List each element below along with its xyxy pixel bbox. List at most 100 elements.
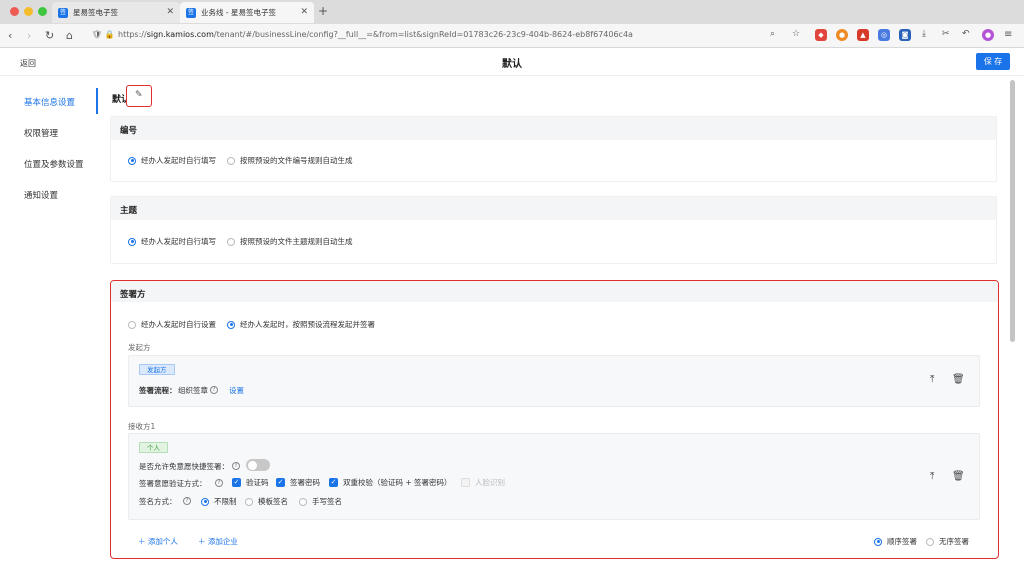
sidebar-active-indicator <box>96 88 98 114</box>
back-arrow-icon[interactable]: ‹ <box>8 29 12 42</box>
zoom-icon[interactable]: ⌕ <box>770 29 775 39</box>
checkbox-label: 双重校验（验证码 + 签署密码） <box>343 478 452 487</box>
radio-icon <box>926 537 934 546</box>
radio-label: 手写签名 <box>312 497 342 506</box>
radio-icon <box>299 497 307 506</box>
forward-arrow-icon[interactable]: › <box>27 29 31 42</box>
initiator-settings-link[interactable]: 设置 <box>229 385 244 396</box>
help-icon[interactable]: ? <box>210 385 218 394</box>
extension-icon[interactable]: ● <box>836 29 848 41</box>
subject-option-manual[interactable]: 经办人发起时自行填写 <box>128 236 216 247</box>
extension-icon[interactable]: ◆ <box>815 29 827 41</box>
radio-label: 按照预设的文件编号规则自动生成 <box>240 156 353 165</box>
checkbox-checked-icon: ✓ <box>329 478 338 487</box>
download-icon[interactable]: ⤓ <box>922 29 926 39</box>
section-header: 主题 <box>111 197 996 220</box>
sidebar-item-basic-info[interactable]: 基本信息设置 <box>24 96 75 108</box>
window-close-button[interactable] <box>10 7 19 16</box>
radio-label: 按照预设的文件主题规则自动生成 <box>240 237 353 246</box>
radio-icon <box>245 497 253 506</box>
edit-name-button[interactable]: ✎ <box>126 85 152 107</box>
plus-icon: ＋ <box>198 537 208 546</box>
sign-method-template[interactable]: 模板签名 <box>245 496 288 507</box>
order-sequential[interactable]: 顺序签署 <box>874 536 917 547</box>
help-icon[interactable]: ? <box>215 478 223 487</box>
radio-label: 顺序签署 <box>887 537 917 546</box>
close-icon[interactable]: ✕ <box>300 7 308 17</box>
camera-icon[interactable]: ◙ <box>899 29 911 41</box>
radio-icon <box>227 237 235 246</box>
radio-label: 经办人发起时自行设置 <box>141 320 216 329</box>
browser-tab-1[interactable]: 签 星易签电子签 ✕ <box>52 2 180 23</box>
section-title: 编号 <box>120 126 138 136</box>
receiver-label: 接收方1 <box>128 422 156 431</box>
double-verify-checkbox[interactable]: ✓ 双重校验（验证码 + 签署密码） <box>329 477 452 488</box>
lock-icon: 🛡 🔒 <box>92 30 115 39</box>
move-to-top-icon[interactable]: ⤒ <box>930 374 934 385</box>
radio-icon <box>128 237 136 246</box>
bookmark-star-icon[interactable]: ☆ <box>792 29 800 39</box>
sign-flow-label: 签署流程： <box>139 386 177 395</box>
trash-icon[interactable]: 🗑 <box>952 471 965 482</box>
add-company-button[interactable]: ＋ 添加企业 <box>198 536 238 547</box>
url-host: sign.kamios.com <box>146 30 214 39</box>
close-icon[interactable]: ✕ <box>166 7 174 17</box>
pencil-icon: ✎ <box>135 90 143 100</box>
undo-icon[interactable]: ↶ <box>962 29 970 39</box>
radio-label: 无序签署 <box>939 537 969 546</box>
sidebar-item-notifications[interactable]: 通知设置 <box>24 189 58 201</box>
checkbox-label: 签署密码 <box>290 478 320 487</box>
signers-option-manual[interactable]: 经办人发起时自行设置 <box>128 319 216 330</box>
new-tab-icon[interactable]: + <box>318 4 328 18</box>
menu-icon[interactable]: ≡ <box>1004 29 1012 40</box>
sign-method-unlimited[interactable]: 不限制 <box>201 496 237 507</box>
radio-icon <box>128 320 136 329</box>
plus-icon: ＋ <box>138 537 148 546</box>
radio-label: 经办人发起时自行填写 <box>141 237 216 246</box>
page-title: 默认 <box>502 59 522 70</box>
sign-password-checkbox[interactable]: ✓ 签署密码 <box>276 477 320 488</box>
scissors-icon[interactable]: ✂ <box>942 29 950 39</box>
window-zoom-button[interactable] <box>38 7 47 16</box>
reload-icon[interactable]: ↻ <box>45 29 54 42</box>
radio-icon <box>227 156 235 165</box>
help-icon[interactable]: ? <box>232 461 240 470</box>
numbering-option-manual[interactable]: 经办人发起时自行填写 <box>128 155 216 166</box>
sidebar-item-permissions[interactable]: 权限管理 <box>24 127 58 139</box>
extension-icon[interactable]: ▲ <box>857 29 869 41</box>
sidebar-item-position-params[interactable]: 位置及参数设置 <box>24 158 84 170</box>
address-bar[interactable]: https://sign.kamios.com/tenant/#/busines… <box>118 30 633 39</box>
trash-icon[interactable]: 🗑 <box>952 374 965 385</box>
url-scheme: https:// <box>118 30 147 39</box>
extension-icon[interactable]: ◎ <box>878 29 890 41</box>
subject-option-auto[interactable]: 按照预设的文件主题规则自动生成 <box>227 236 353 247</box>
save-button[interactable]: 保 存 <box>976 53 1010 70</box>
window-minimize-button[interactable] <box>24 7 33 16</box>
quick-sign-toggle[interactable] <box>246 459 270 471</box>
url-path: /tenant/#/businessLine/config?__full__=&… <box>213 30 633 39</box>
home-icon[interactable]: ⌂ <box>66 29 73 42</box>
radio-label: 模板签名 <box>258 497 288 506</box>
sidebar <box>0 77 100 582</box>
order-unordered[interactable]: 无序签署 <box>926 536 969 547</box>
scrollbar[interactable] <box>1010 80 1015 342</box>
browser-tab-2[interactable]: 签 业务线 - 星易签电子签 ✕ <box>180 2 314 23</box>
section-title: 主题 <box>120 206 138 216</box>
numbering-section: 编号 <box>110 116 997 182</box>
checkbox-checked-icon: ✓ <box>232 478 241 487</box>
move-up-icon[interactable]: ⤒ <box>930 471 934 482</box>
numbering-option-auto[interactable]: 按照预设的文件编号规则自动生成 <box>227 155 353 166</box>
favicon-icon: 签 <box>58 7 68 18</box>
favicon-icon: 签 <box>186 7 196 18</box>
add-person-label: 添加个人 <box>147 537 178 546</box>
verify-code-checkbox[interactable]: ✓ 验证码 <box>232 477 269 488</box>
sign-method-handwritten[interactable]: 手写签名 <box>299 496 342 507</box>
extension-icon[interactable]: ● <box>982 29 994 41</box>
checkbox-unchecked-icon: ✓ <box>461 478 470 487</box>
help-icon[interactable]: ? <box>183 496 191 505</box>
radio-icon <box>227 320 235 329</box>
add-person-button[interactable]: ＋ 添加个人 <box>138 536 178 547</box>
signers-option-preset[interactable]: 经办人发起时，按照预设流程发起并签署 <box>227 319 375 330</box>
radio-icon <box>128 156 136 165</box>
section-title: 签署方 <box>120 290 146 300</box>
